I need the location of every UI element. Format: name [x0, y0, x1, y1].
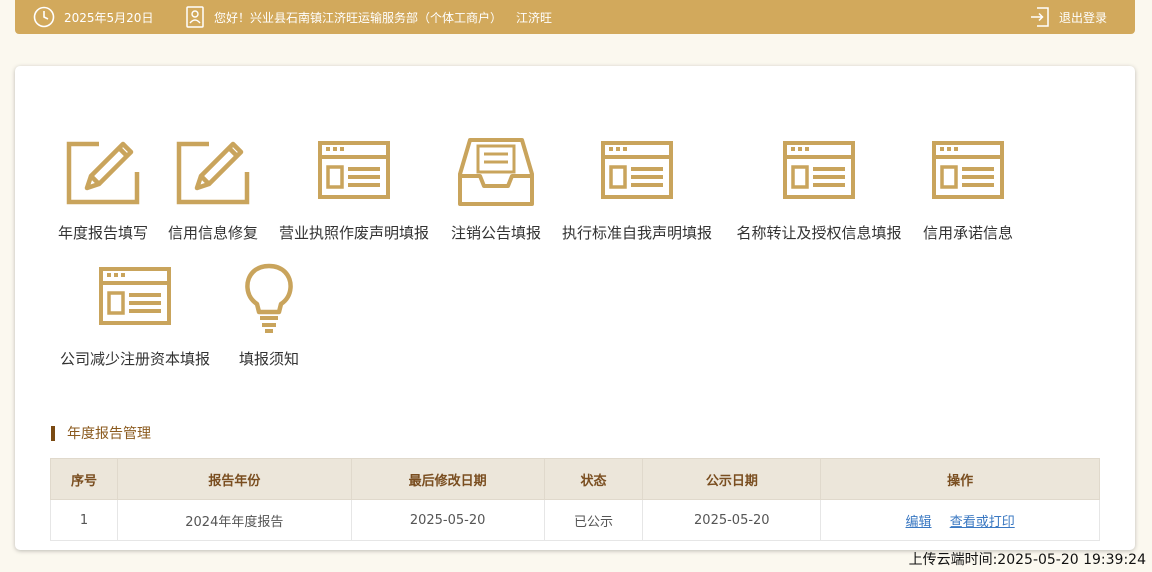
browser-window-icon — [783, 141, 855, 199]
section-title-text: 年度报告管理 — [67, 426, 151, 442]
greeting-text: 您好！兴业县石南镇江济旺运输服务部（个体工商户） — [214, 10, 503, 25]
inbox-tray-icon — [458, 138, 534, 206]
current-date: 2025年5月20日 — [64, 10, 154, 25]
cell-published: 2025-05-20 — [642, 499, 822, 541]
tile-label: 填报须知 — [238, 350, 299, 368]
section-title: 年度报告管理 — [51, 424, 151, 442]
edit-pencil-icon — [66, 141, 140, 205]
tile-annual-report[interactable]: 年度报告填写 — [55, 132, 151, 242]
tile-label: 注销公告填报 — [450, 224, 541, 242]
tile-label: 名称转让及授权信息填报 — [736, 224, 902, 242]
browser-window-icon — [99, 267, 171, 325]
upload-time: 上传云端时间:2025-05-20 19:39:24 — [908, 552, 1146, 568]
tile-credit-commitment[interactable]: 信用承诺信息 — [920, 132, 1016, 242]
tile-label: 信用信息修复 — [167, 224, 258, 242]
col-header-modified: 最后修改日期 — [350, 458, 545, 500]
tile-label: 营业执照作废声明填报 — [279, 224, 430, 242]
user-badge-icon — [186, 6, 204, 28]
logout-label: 退出登录 — [1058, 10, 1107, 25]
tile-name-transfer[interactable]: 名称转让及授权信息填报 — [737, 132, 902, 242]
col-header-published: 公示日期 — [642, 458, 822, 500]
browser-window-icon — [601, 141, 673, 199]
tile-license-void[interactable]: 营业执照作废声明填报 — [279, 132, 429, 242]
tile-capital-reduction[interactable]: 公司减少注册资本填报 — [60, 258, 210, 368]
top-bar: 2025年5月20日 您好！兴业县石南镇江济旺运输服务部（个体工商户） 江济旺 … — [15, 0, 1135, 34]
browser-window-icon — [932, 141, 1004, 199]
cell-modified: 2025-05-20 — [350, 499, 545, 541]
tile-label: 执行标准自我声明填报 — [562, 224, 713, 242]
user-name: 江济旺 — [516, 10, 553, 25]
col-header-status: 状态 — [543, 458, 644, 500]
annual-report-table: 序号 报告年份 最后修改日期 状态 公示日期 操作 1 2024年年度报告 20… — [50, 458, 1100, 541]
cell-actions: 编辑 查看或打印 — [820, 499, 1100, 541]
cell-index: 1 — [50, 499, 118, 541]
date-display: 2025年5月20日 — [33, 0, 153, 34]
cell-year: 2024年年度报告 — [116, 499, 352, 541]
clock-icon — [33, 6, 55, 28]
col-header-index: 序号 — [50, 458, 118, 500]
tile-label: 公司减少注册资本填报 — [60, 350, 211, 368]
browser-window-icon — [318, 141, 390, 199]
view-print-link[interactable]: 查看或打印 — [950, 515, 1015, 530]
edit-link[interactable]: 编辑 — [906, 515, 932, 530]
tile-label: 信用承诺信息 — [922, 224, 1013, 242]
section-marker — [51, 425, 55, 441]
tile-filing-notice[interactable]: 填报须知 — [221, 258, 317, 368]
cell-status: 已公示 — [543, 499, 644, 541]
user-info: 您好！兴业县石南镇江济旺运输服务部（个体工商户） 江济旺 — [185, 0, 552, 34]
logout-icon — [1030, 7, 1049, 27]
edit-pencil-icon — [176, 141, 250, 205]
tile-deregistration[interactable]: 注销公告填报 — [448, 132, 544, 242]
lightbulb-icon — [245, 263, 293, 333]
tile-label: 年度报告填写 — [57, 224, 148, 242]
table-header-row: 序号 报告年份 最后修改日期 状态 公示日期 操作 — [50, 458, 1100, 500]
main-card: 年度报告填写 信用信息修复 营业执照作废声明填报 注销公告填报 执行标准自我声明… — [15, 66, 1135, 550]
logout-button[interactable]: 退出登录 — [1030, 0, 1107, 34]
tile-credit-repair[interactable]: 信用信息修复 — [165, 132, 261, 242]
col-header-actions: 操作 — [820, 458, 1100, 500]
tile-standard-declaration[interactable]: 执行标准自我声明填报 — [562, 132, 712, 242]
table-row: 1 2024年年度报告 2025-05-20 已公示 2025-05-20 编辑… — [50, 499, 1100, 541]
col-header-year: 报告年份 — [116, 458, 352, 500]
